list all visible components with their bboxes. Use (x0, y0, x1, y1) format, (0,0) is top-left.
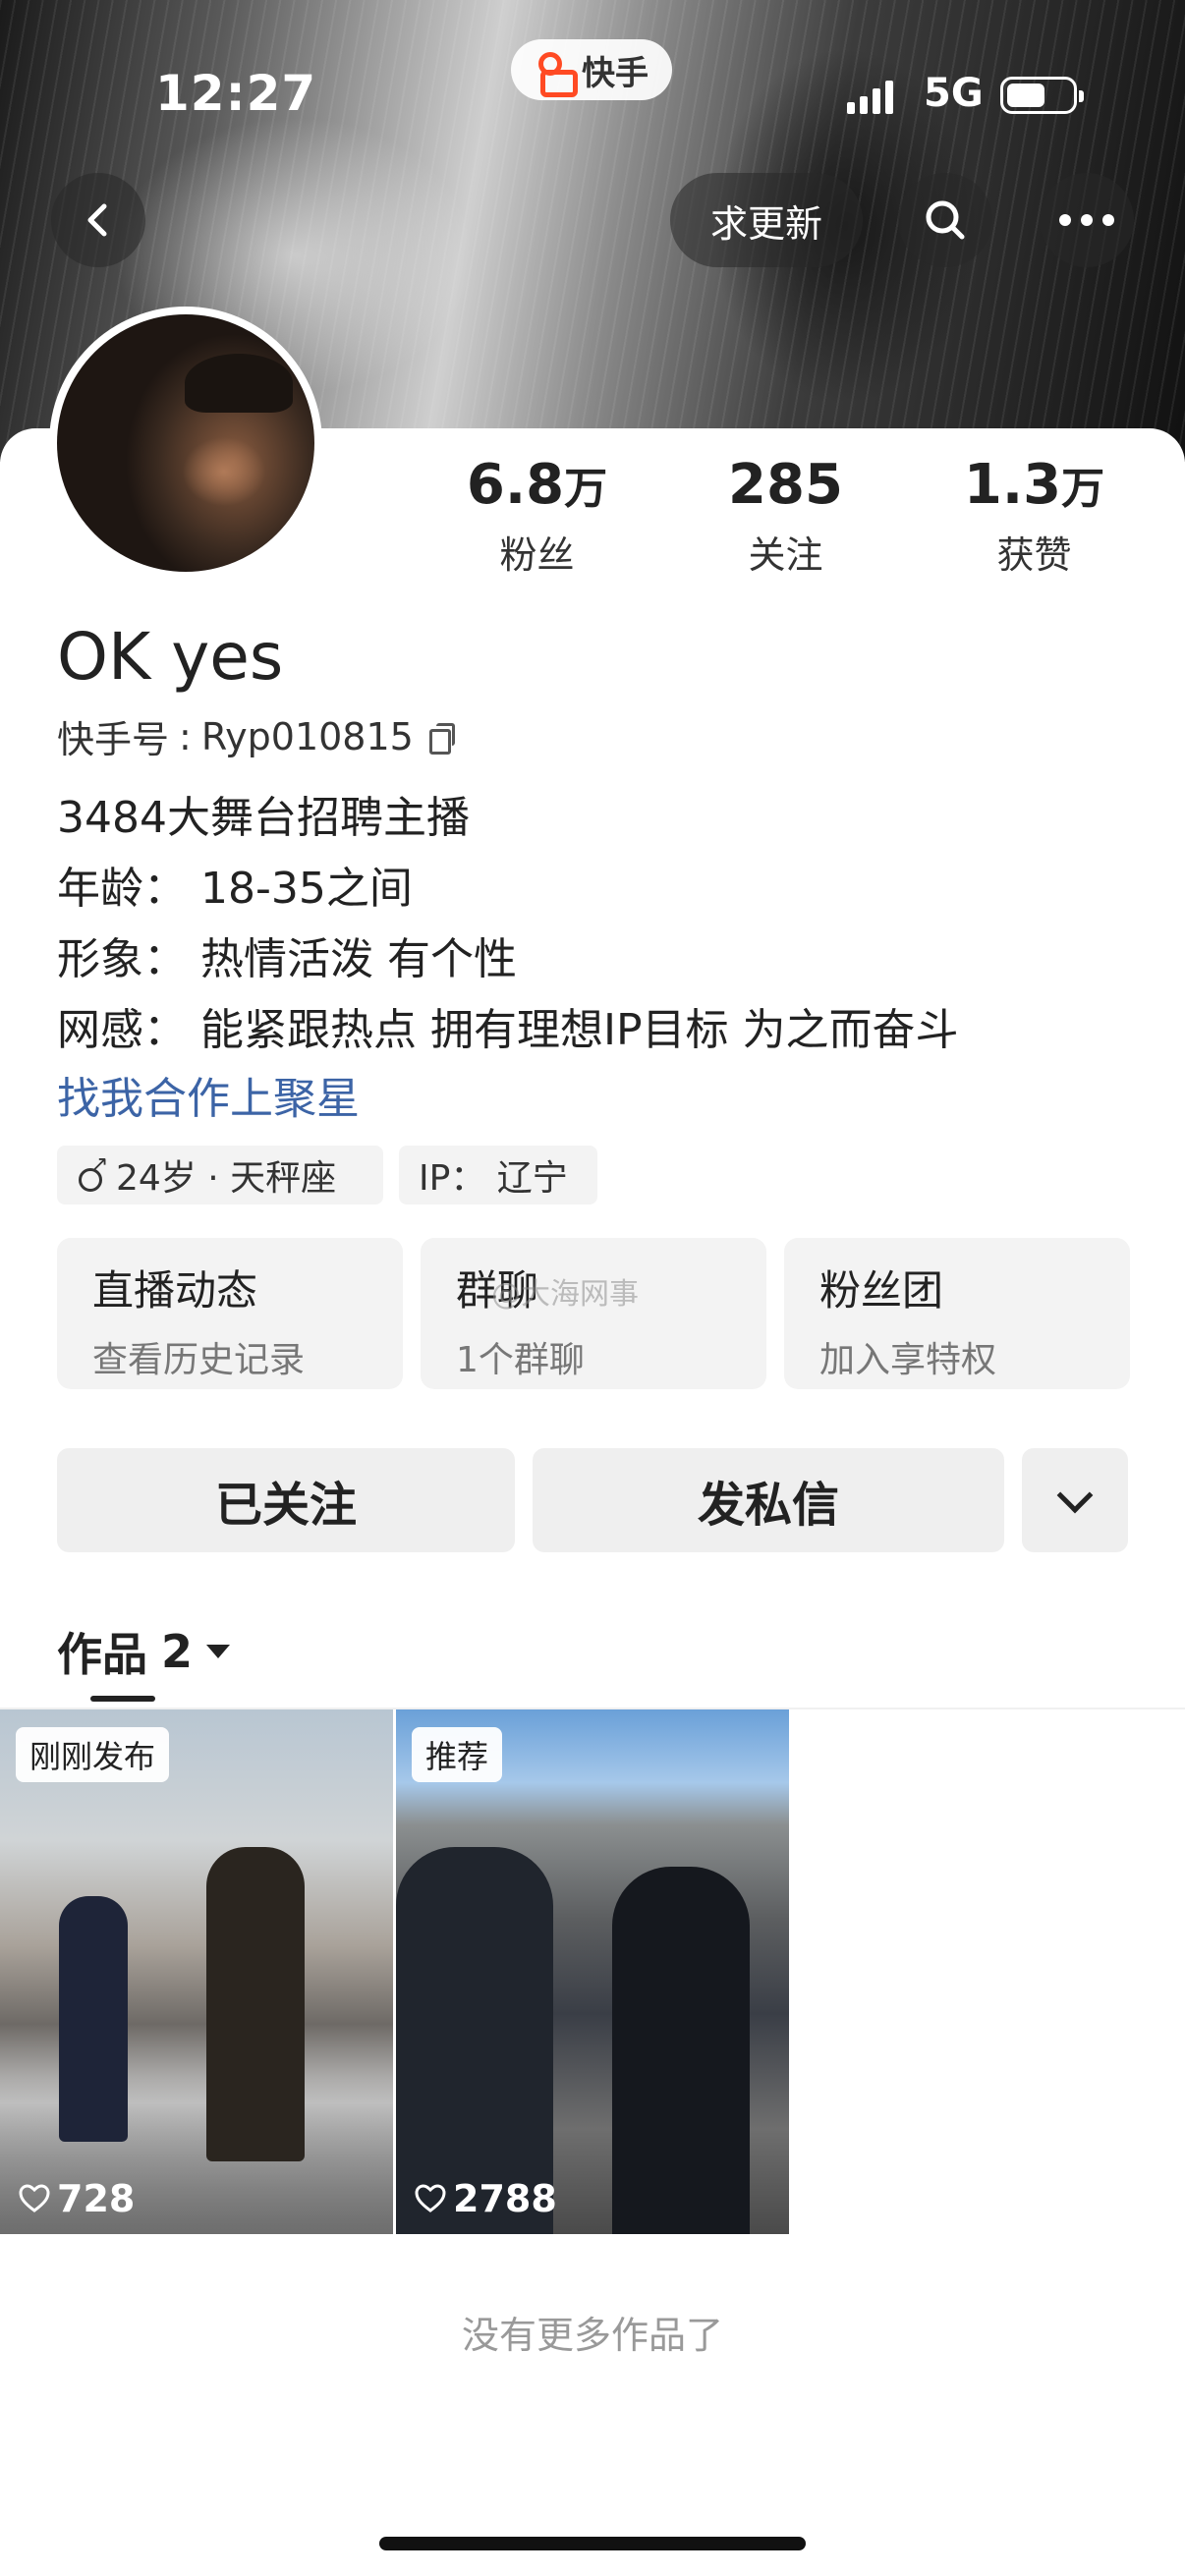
age-zodiac-tag: 24岁 · 天秤座 (57, 1146, 383, 1204)
kuaishou-id-colon: : (179, 714, 192, 758)
watermark-text: @大海网事 (491, 1277, 639, 1312)
like-count-value: 728 (57, 2177, 136, 2220)
stat-followers[interactable]: 6.8万 粉丝 (413, 454, 661, 579)
thumbnail-badge: 刚刚发布 (16, 1727, 170, 1782)
male-gender-icon (77, 1152, 108, 1192)
bio-line: 3484大舞台招聘主播 (57, 793, 470, 843)
kuaishou-id-label: 快手号 (57, 718, 170, 761)
followed-button[interactable]: 已关注 (57, 1448, 515, 1552)
ip-location-tag: IP： 辽宁 (399, 1146, 597, 1204)
stat-unit: 万 (564, 464, 608, 514)
video-thumbnail[interactable]: 刚刚发布 728 (0, 1709, 393, 2234)
kuaishou-logo-icon (535, 50, 578, 97)
like-count: 728 (18, 2177, 135, 2220)
kuaishou-id-value: Ryp010815 (200, 714, 414, 758)
video-thumbnail[interactable]: 推荐 2788 (396, 1709, 789, 2234)
stat-label: 粉丝 (499, 533, 575, 577)
chevron-left-icon (87, 203, 107, 237)
no-more-works-text: 没有更多作品了 (461, 2314, 723, 2357)
stat-following[interactable]: 285 关注 (661, 454, 910, 579)
more-dots-icon (1059, 214, 1114, 226)
send-message-button[interactable]: 发私信 (533, 1448, 1004, 1552)
app-indicator-pill[interactable]: 快手 (511, 39, 672, 100)
tab-indicator (90, 1696, 155, 1702)
like-count: 2788 (414, 2177, 557, 2220)
stat-unit: 万 (1061, 464, 1105, 514)
caret-down-icon (206, 1645, 231, 1658)
cooperation-link[interactable]: 找我合作上聚星 (57, 1063, 360, 1126)
status-time: 12:27 (155, 65, 317, 122)
heart-icon (19, 2184, 50, 2212)
age-zodiac-text: 24岁 · 天秤座 (116, 1158, 337, 1199)
card-title: 粉丝团 (819, 1266, 944, 1315)
fan-club-card[interactable]: 粉丝团 加入享特权 (784, 1238, 1130, 1389)
stat-value: 1.3 (963, 453, 1062, 517)
stat-likes[interactable]: 1.3万 获赞 (910, 454, 1158, 579)
search-button[interactable] (898, 173, 992, 267)
request-update-button[interactable]: 求更新 (670, 173, 863, 267)
stat-value: 6.8 (466, 453, 565, 517)
more-options-button[interactable] (1040, 173, 1134, 267)
expand-actions-button[interactable] (1022, 1448, 1128, 1552)
bio-line: 形象： 热情活泼 有个性 (57, 934, 517, 984)
heart-icon (415, 2184, 446, 2212)
live-history-card[interactable]: 直播动态 查看历史记录 (57, 1238, 403, 1389)
avatar[interactable] (49, 307, 322, 580)
home-indicator[interactable] (379, 2537, 806, 2550)
like-count-value: 2788 (453, 2177, 557, 2220)
card-subtitle: 加入享特权 (819, 1340, 997, 1380)
stat-label: 关注 (748, 533, 823, 577)
signal-icon (847, 81, 893, 114)
card-title: 直播动态 (92, 1266, 258, 1315)
bio-line: 网感： 能紧跟热点 拥有理想IP目标 为之而奋斗 (57, 1005, 959, 1055)
network-type: 5G (924, 71, 984, 116)
tab-works[interactable]: 作品 2 (57, 1619, 231, 1684)
back-button[interactable] (51, 173, 145, 267)
group-chat-card[interactable]: 群聊 1个群聊 (421, 1238, 766, 1389)
thumbnail-badge: 推荐 (412, 1727, 503, 1782)
profile-nickname: OK yes (57, 619, 284, 695)
app-name: 快手 (582, 53, 649, 93)
card-subtitle: 查看历史记录 (92, 1340, 306, 1380)
search-icon (926, 200, 965, 240)
card-subtitle: 1个群聊 (456, 1340, 585, 1380)
bio-line: 年龄： 18-35之间 (57, 864, 413, 914)
chevron-down-icon (1056, 1477, 1094, 1514)
works-tab-label: 作品 (57, 1628, 147, 1681)
profile-stats: 6.8万 粉丝 285 关注 1.3万 获赞 (413, 454, 1159, 579)
copy-icon[interactable] (428, 722, 455, 755)
works-count: 2 (161, 1625, 194, 1678)
stat-label: 获赞 (996, 533, 1072, 577)
battery-icon (1000, 77, 1084, 114)
kuaishou-id-row[interactable]: 快手号: Ryp010815 (57, 709, 455, 763)
stat-value: 285 (728, 453, 843, 517)
